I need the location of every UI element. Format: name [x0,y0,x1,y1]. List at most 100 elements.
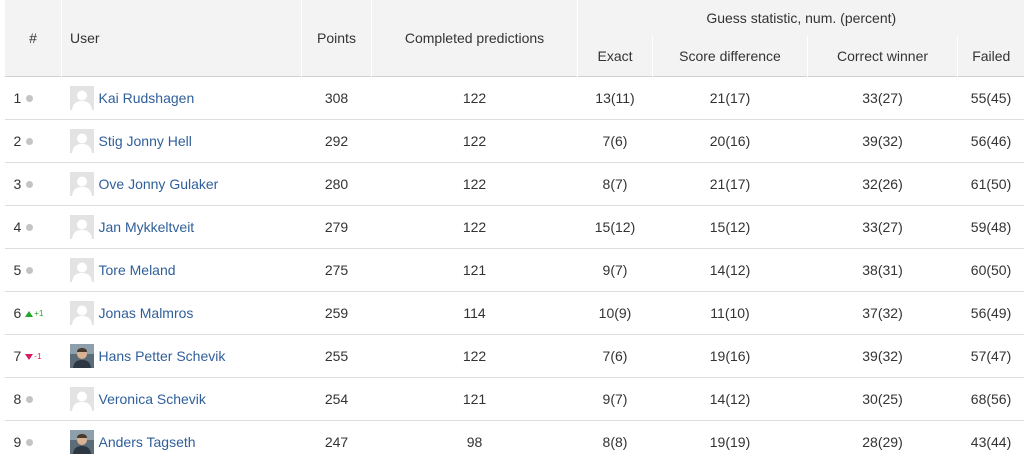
avatar[interactable] [69,344,94,368]
table-header: # User Points Completed predictions Gues… [4,0,1024,77]
no-change-dot-icon [26,94,34,102]
rank-cell: 4 [4,205,62,249]
user-profile-link[interactable]: Kai Rudshagen [99,90,195,106]
user-cell: Jan Mykkeltveit [61,205,302,249]
table-row: 6 +1 Jonas Malmros 259 114 10(9) 11(10) 37(32) 5… [4,291,1024,335]
rank-cell: 6 +1 [4,291,62,335]
failed-cell: 68(56) [957,377,1024,421]
rank-number: 5 [13,262,22,278]
user-cell: Anders Tagseth [61,420,302,463]
correct-winner-cell: 39(32) [807,334,958,378]
points-cell: 255 [301,334,372,378]
correct-winner-cell: 28(29) [807,420,958,463]
rank-number: 2 [13,133,22,149]
rank-change-label: -1 [34,351,42,361]
correct-winner-cell: 37(32) [807,291,958,335]
rank-number: 9 [13,434,22,450]
score-difference-column-header[interactable]: Score difference [652,36,808,77]
failed-cell: 60(50) [957,248,1024,292]
no-change-dot-icon [26,266,34,274]
score-difference-cell: 19(16) [652,334,808,378]
user-cell: Hans Petter Schevik [61,334,302,378]
completed-predictions-cell: 114 [371,291,578,335]
user-profile-link[interactable]: Hans Petter Schevik [99,348,226,364]
user-profile-link[interactable]: Anders Tagseth [99,434,196,450]
correct-winner-cell: 33(27) [807,205,958,249]
user-profile-link[interactable]: Veronica Schevik [99,391,206,407]
exact-cell: 10(9) [577,291,653,335]
user-cell: Ove Jonny Gulaker [61,162,302,206]
score-difference-cell: 14(12) [652,248,808,292]
rank-number: 6 [13,305,22,321]
arrow-up-icon [25,310,34,317]
no-change-dot-icon [26,137,34,145]
avatar[interactable] [69,387,94,411]
points-cell: 280 [301,162,372,206]
user-cell: Kai Rudshagen [61,76,302,120]
correct-winner-cell: 32(26) [807,162,958,206]
rank-cell: 8 [4,377,62,421]
score-difference-cell: 19(19) [652,420,808,463]
rank-number: 3 [13,176,22,192]
table-row: 9 Anders Tagseth 247 98 8(8) 19(19) 28(29) 43(4… [4,420,1024,463]
guess-statistic-group-header: Guess statistic, num. (percent) [576,0,1024,36]
avatar[interactable] [69,172,94,196]
failed-cell: 57(47) [957,334,1024,378]
user-cell: Veronica Schevik [61,377,302,421]
points-cell: 308 [301,76,372,120]
user-profile-link[interactable]: Stig Jonny Hell [99,133,192,149]
completed-predictions-cell: 122 [371,334,578,378]
failed-cell: 61(50) [957,162,1024,206]
correct-winner-cell: 39(32) [807,119,958,163]
failed-cell: 56(49) [957,291,1024,335]
score-difference-cell: 15(12) [652,205,808,249]
user-profile-link[interactable]: Tore Meland [99,262,176,278]
avatar[interactable] [69,430,94,454]
avatar[interactable] [69,301,94,325]
rank-number: 8 [13,391,22,407]
table-row: 4 Jan Mykkeltveit 279 122 15(12) 15(12) 33(27)… [4,205,1024,249]
user-cell: Jonas Malmros [61,291,302,335]
exact-cell: 7(6) [577,119,653,163]
completed-predictions-cell: 122 [371,119,578,163]
user-profile-link[interactable]: Jan Mykkeltveit [99,219,195,235]
rank-up-indicator: +1 [25,309,43,318]
no-change-dot-icon [26,438,34,446]
user-cell: Stig Jonny Hell [61,119,302,163]
rank-number: 4 [13,219,22,235]
points-cell: 254 [301,377,372,421]
points-cell: 259 [301,291,372,335]
exact-cell: 9(7) [577,377,653,421]
avatar[interactable] [69,86,94,110]
points-column-header[interactable]: Points [301,0,372,77]
score-difference-cell: 14(12) [652,377,808,421]
avatar[interactable] [69,129,94,153]
user-profile-link[interactable]: Ove Jonny Gulaker [99,176,219,192]
correct-winner-column-header[interactable]: Correct winner [807,36,958,77]
completed-predictions-column-header[interactable]: Completed predictions [371,0,578,77]
exact-cell: 8(7) [577,162,653,206]
user-cell: Tore Meland [61,248,302,292]
failed-column-header[interactable]: Failed [956,36,1024,77]
points-cell: 292 [301,119,372,163]
rank-number: 1 [13,90,22,106]
rank-cell: 2 [4,119,62,163]
rank-cell: 5 [4,248,62,292]
failed-cell: 59(48) [957,205,1024,249]
user-column-header[interactable]: User [61,0,302,77]
correct-winner-cell: 38(31) [807,248,958,292]
table-row: 8 Veronica Schevik 254 121 9(7) 14(12) 30(25) 6… [4,377,1024,421]
rank-column-header[interactable]: # [4,0,62,77]
user-profile-link[interactable]: Jonas Malmros [99,305,194,321]
exact-cell: 7(6) [577,334,653,378]
standings-table: # User Points Completed predictions Gues… [4,0,1024,463]
exact-column-header[interactable]: Exact [577,36,653,77]
avatar[interactable] [69,258,94,282]
exact-cell: 15(12) [577,205,653,249]
avatar[interactable] [69,215,94,239]
failed-cell: 55(45) [957,76,1024,120]
table-row: 1 Kai Rudshagen 308 122 13(11) 21(17) 33(27) 55… [4,76,1024,120]
rank-number: 7 [13,348,22,364]
score-difference-cell: 20(16) [652,119,808,163]
table-row: 5 Tore Meland 275 121 9(7) 14(12) 38(31) 60(50) [4,248,1024,292]
